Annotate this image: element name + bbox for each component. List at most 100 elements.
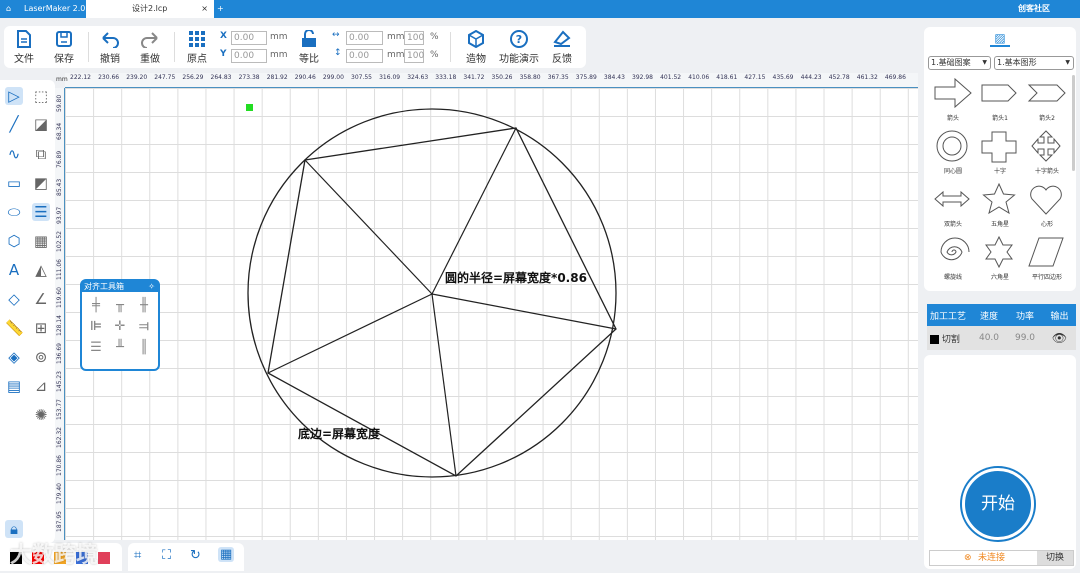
save-label: 保存	[54, 54, 74, 65]
fit-view-icon[interactable]: ⌗	[134, 548, 141, 563]
shape-item[interactable]: 平行四边形	[1024, 236, 1070, 281]
ruler-tick-label: 230.66	[98, 74, 120, 81]
redo-button[interactable]: 重做	[132, 30, 168, 65]
select-tool-icon[interactable]: ▷	[5, 87, 23, 105]
align-top-icon[interactable]: ╥	[111, 298, 129, 313]
layout-icon[interactable]: ▤	[5, 377, 23, 395]
shape-item[interactable]: 箭头	[930, 77, 976, 122]
swatch-pink[interactable]	[98, 552, 110, 564]
light-icon[interactable]: ✺	[32, 406, 50, 424]
cube-icon	[468, 30, 484, 48]
ruler-tick-label: 435.69	[772, 74, 794, 81]
lock-icon[interactable]: 🔒︎	[5, 520, 23, 538]
ellipse-tool-icon[interactable]: ⬭	[5, 203, 23, 221]
align-center-icon[interactable]: ✛	[111, 319, 129, 334]
layer-color-swatch[interactable]	[930, 334, 939, 344]
offset-icon[interactable]: ⊚	[32, 348, 50, 366]
grid-toggle-icon[interactable]: ▦	[218, 547, 235, 562]
rotate-icon[interactable]: ↻	[190, 548, 201, 563]
x-input[interactable]: 0.00	[231, 31, 267, 45]
array-icon[interactable]: ▦	[32, 232, 50, 250]
shape-label: 螺旋线	[943, 274, 962, 281]
shape-item[interactable]: 十字	[977, 130, 1023, 175]
line-tool-icon[interactable]: ╱	[5, 115, 23, 133]
divider	[88, 32, 89, 62]
polygon-tool-icon[interactable]: ⬡	[5, 232, 23, 250]
eye-icon[interactable]: 👁︎	[1043, 331, 1076, 345]
align-right-center-icon[interactable]: ╫	[135, 298, 153, 313]
base-annotation[interactable]: 底边=屏幕宽度	[298, 425, 380, 442]
intersect-icon[interactable]: ⧉	[32, 145, 50, 163]
height-percent-input[interactable]: 100	[404, 49, 424, 63]
table-row[interactable]: 切割 40.0 99.0 👁︎	[927, 326, 1076, 350]
ruler-tick-label: 93.97	[56, 206, 63, 224]
shape-item[interactable]: 六角星	[977, 236, 1023, 281]
shape-item[interactable]: 箭头1	[977, 77, 1023, 122]
scrollbar[interactable]	[1072, 75, 1075, 171]
lock-ratio-button[interactable]: 等比	[291, 30, 327, 65]
shape-item[interactable]: 同心圆	[930, 130, 976, 175]
ruler-tick-label: 384.43	[603, 74, 625, 81]
start-button[interactable]: 开始	[962, 468, 1034, 540]
pin-icon[interactable]: ✧	[148, 281, 155, 292]
align-toolbox-header[interactable]: 对齐工具箱 ✧	[82, 281, 158, 292]
undo-button[interactable]: 撤销	[92, 30, 128, 65]
align-tool-icon[interactable]: ☰	[32, 203, 50, 221]
align-left-icon[interactable]: ⊫	[87, 319, 105, 334]
make-button[interactable]: 造物	[458, 30, 494, 65]
align-toolbox-title: 对齐工具箱	[84, 282, 124, 291]
curve-tool-icon[interactable]: ∿	[5, 145, 23, 163]
category-select[interactable]: 1.基础图案 ▼	[928, 56, 991, 70]
shape-item[interactable]: 箭头2	[1024, 77, 1070, 122]
shape-item[interactable]: 五角星	[977, 183, 1023, 228]
y-input[interactable]: 0.00	[231, 49, 267, 63]
home-icon[interactable]: ⌂	[6, 0, 11, 18]
shape-item[interactable]: 心形	[1024, 183, 1070, 228]
ruler-horizontal: 222.12 230.66 239.20 247.75 256.29 264.83 273.…	[65, 73, 918, 88]
align-right-icon[interactable]: ⫤	[135, 319, 153, 334]
close-tab-icon[interactable]: ×	[201, 0, 208, 18]
shape-item[interactable]: 双箭头	[930, 183, 976, 228]
shape-preview-icon	[936, 130, 968, 162]
combine-icon[interactable]: ◪	[32, 115, 50, 133]
layer-table: 加工工艺 速度 功率 输出 切割 40.0 99.0 👁︎	[927, 304, 1076, 350]
canvas[interactable]: 圆的半径=屏幕宽度*0.86 底边=屏幕宽度	[65, 88, 918, 540]
width-percent-input[interactable]: 100	[404, 31, 424, 45]
ruler-tick-label: 102.52	[56, 231, 63, 252]
save-button[interactable]: 保存	[46, 30, 82, 65]
layers-icon[interactable]: ◈	[5, 348, 23, 366]
measure-icon[interactable]: ⊿	[32, 377, 50, 395]
demo-button[interactable]: ? 功能演示	[494, 30, 544, 65]
feedback-button[interactable]: 反馈	[544, 30, 580, 65]
width-input[interactable]: 0.00	[346, 31, 383, 45]
pentagon-shape[interactable]	[267, 127, 617, 477]
angle-icon[interactable]: ∠	[32, 290, 50, 308]
align-bottom-icon[interactable]: ╨	[111, 340, 129, 355]
origin-button[interactable]: 原点	[179, 30, 215, 65]
eraser-tool-icon[interactable]: ◇	[5, 290, 23, 308]
subcategory-select[interactable]: 1.基本图形 ▼	[994, 56, 1074, 70]
radius-annotation[interactable]: 圆的半径=屏幕宽度*0.86	[445, 269, 587, 286]
image-tab-icon[interactable]: ▨	[990, 31, 1010, 47]
height-input[interactable]: 0.00	[346, 49, 383, 63]
shape-label: 箭头1	[992, 115, 1008, 122]
shape-label: 十字箭头	[1034, 168, 1059, 175]
focus-icon[interactable]: ⛶	[162, 548, 171, 563]
frame-select-icon[interactable]: ⬚	[32, 87, 50, 105]
ruler-unit: mm	[56, 76, 68, 83]
file-button[interactable]: 文件	[6, 30, 42, 65]
subtract-icon[interactable]: ◩	[32, 174, 50, 192]
shape-item[interactable]: 十字箭头	[1024, 130, 1070, 175]
mirror-icon[interactable]: ◭	[32, 261, 50, 279]
shape-item[interactable]: 螺旋线	[930, 236, 976, 281]
add-tab-button[interactable]: +	[217, 0, 224, 18]
tab-document[interactable]: 设计2.lcp ×	[86, 0, 214, 18]
distribute-vertical-icon[interactable]: ☰	[87, 340, 105, 355]
distribute-horizontal-icon[interactable]: ║	[135, 340, 153, 355]
text-tool-icon[interactable]: A	[5, 261, 23, 279]
ruler-tool-icon[interactable]: 📏	[5, 319, 24, 337]
rectangle-tool-icon[interactable]: ▭	[5, 174, 23, 192]
make-label: 造物	[466, 54, 486, 65]
align-left-center-icon[interactable]: ╪	[87, 298, 105, 313]
slice-icon[interactable]: ⊞	[32, 319, 50, 337]
